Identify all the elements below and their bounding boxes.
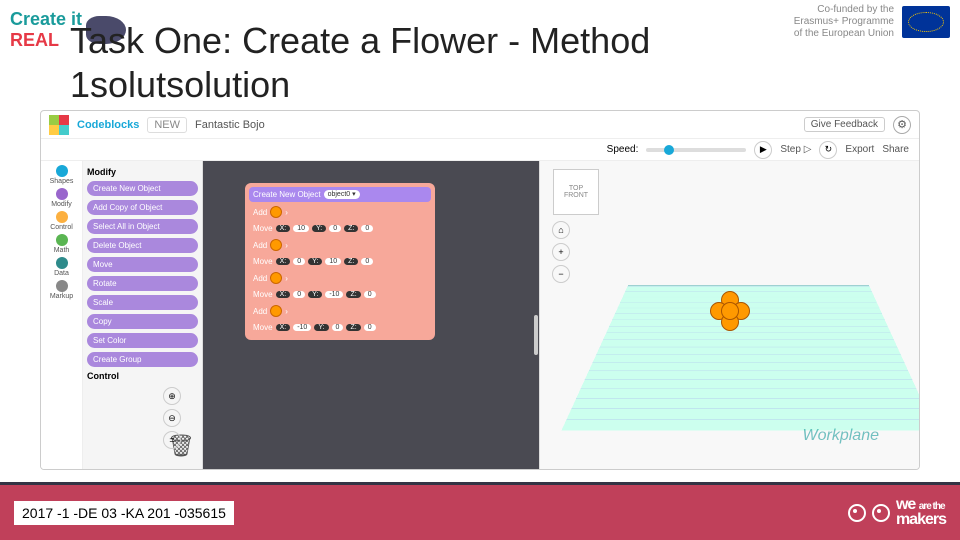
category-math[interactable]: Math bbox=[45, 234, 79, 254]
code-canvas[interactable]: Create New Object object0 ▾ Add› MoveX:10… bbox=[203, 161, 539, 469]
split-handle-icon[interactable] bbox=[534, 315, 538, 355]
sphere-icon[interactable] bbox=[270, 305, 282, 317]
zoom-out-icon[interactable]: ⊖ bbox=[163, 409, 181, 427]
reset-button[interactable]: ↻ bbox=[819, 141, 837, 159]
block-create-new-object[interactable]: Create New Object bbox=[87, 181, 198, 196]
category-modify[interactable]: Modify bbox=[45, 188, 79, 208]
category-control[interactable]: Control bbox=[45, 211, 79, 231]
head-op: Create New Object bbox=[253, 190, 321, 199]
block-delete-object[interactable]: Delete Object bbox=[87, 238, 198, 253]
eu-flag-icon bbox=[902, 6, 950, 38]
code-head[interactable]: Create New Object object0 ▾ bbox=[249, 187, 431, 202]
code-row[interactable]: Add› bbox=[249, 270, 431, 286]
block-add-copy-of-object[interactable]: Add Copy of Object bbox=[87, 200, 198, 215]
app-toolbar: Speed: ▶ Step ▷ ↻ Export Share bbox=[41, 139, 919, 161]
project-id: 2017 -1 -DE 03 -KA 201 -035615 bbox=[14, 501, 234, 525]
eu-text-3: of the European Union bbox=[794, 28, 894, 40]
project-type[interactable]: Codeblocks bbox=[77, 119, 139, 131]
makers-logo: we are the makers bbox=[848, 498, 946, 527]
eu-text-2: Erasmus+ Programme bbox=[794, 16, 894, 28]
sphere-icon[interactable] bbox=[270, 272, 282, 284]
code-row[interactable]: MoveX:0Y:-10Z:0 bbox=[249, 288, 431, 301]
tinkercad-app: Codeblocks NEW Fantastic Bojo Give Feedb… bbox=[40, 110, 920, 470]
category-data[interactable]: Data bbox=[45, 257, 79, 277]
viewcube[interactable]: TOP FRONT bbox=[553, 169, 599, 215]
petal-icon bbox=[721, 302, 739, 320]
sphere-icon[interactable] bbox=[270, 206, 282, 218]
block-move[interactable]: Move bbox=[87, 257, 198, 272]
plus-icon[interactable]: + bbox=[552, 243, 570, 261]
tinkercad-logo-icon[interactable] bbox=[49, 115, 69, 135]
new-badge[interactable]: NEW bbox=[147, 117, 187, 133]
block-rotate[interactable]: Rotate bbox=[87, 276, 198, 291]
category-shapes[interactable]: Shapes bbox=[45, 165, 79, 185]
home-view-icon[interactable]: ⌂ bbox=[552, 221, 570, 239]
blocks-panel: Modify Create New Object Add Copy of Obje… bbox=[83, 161, 203, 469]
viewcube-front[interactable]: FRONT bbox=[564, 192, 588, 199]
flower-object[interactable] bbox=[710, 291, 750, 331]
sphere-icon[interactable] bbox=[270, 239, 282, 251]
panel-footer: Control bbox=[87, 371, 198, 381]
code-row[interactable]: Add› bbox=[249, 204, 431, 220]
makers-icon bbox=[848, 504, 866, 522]
gear-icon[interactable]: ⚙ bbox=[893, 116, 911, 134]
block-select-all-in-object[interactable]: Select All in Object bbox=[87, 219, 198, 234]
step-button[interactable]: Step ▷ bbox=[780, 144, 811, 155]
block-scale[interactable]: Scale bbox=[87, 295, 198, 310]
eu-funding: Co-funded by the Erasmus+ Programme of t… bbox=[794, 4, 950, 40]
logo-line2: REAL bbox=[10, 30, 78, 51]
code-stack[interactable]: Create New Object object0 ▾ Add› MoveX:10… bbox=[245, 183, 435, 340]
zoom-fit-icon[interactable]: = bbox=[163, 431, 181, 449]
category-markup[interactable]: Markup bbox=[45, 280, 79, 300]
workplane-label: Workplane bbox=[803, 427, 879, 445]
speed-slider[interactable] bbox=[646, 148, 746, 152]
viewcube-top[interactable]: TOP bbox=[569, 185, 583, 192]
slide-title-line2: 1solutsolution bbox=[70, 64, 290, 106]
slide-footer: 2017 -1 -DE 03 -KA 201 -035615 we are th… bbox=[0, 482, 960, 540]
code-row[interactable]: MoveX:0Y:10Z:0 bbox=[249, 255, 431, 268]
head-obj[interactable]: object0 ▾ bbox=[324, 190, 360, 199]
viewport-3d[interactable]: TOP FRONT ⌂ + − Workplane bbox=[539, 161, 919, 469]
feedback-button[interactable]: Give Feedback bbox=[804, 117, 885, 132]
minus-icon[interactable]: − bbox=[552, 265, 570, 283]
project-name[interactable]: Fantastic Bojo bbox=[195, 119, 265, 131]
block-set-color[interactable]: Set Color bbox=[87, 333, 198, 348]
code-row[interactable]: MoveX:10Y:0Z:0 bbox=[249, 222, 431, 235]
mk3: makers bbox=[896, 511, 946, 528]
makers-icon bbox=[872, 504, 890, 522]
panel-header: Modify bbox=[87, 167, 198, 177]
category-column: Shapes Modify Control Math Data Markup bbox=[41, 161, 83, 469]
block-create-group[interactable]: Create Group bbox=[87, 352, 198, 367]
zoom-in-icon[interactable]: ⊕ bbox=[163, 387, 181, 405]
code-row[interactable]: MoveX:-10Y:0Z:0 bbox=[249, 321, 431, 334]
app-titlebar: Codeblocks NEW Fantastic Bojo Give Feedb… bbox=[41, 111, 919, 139]
app-body: Shapes Modify Control Math Data Markup Modify… bbox=[41, 161, 919, 469]
block-copy[interactable]: Copy bbox=[87, 314, 198, 329]
slide-title-line1: Task One: Create a Flower - Method bbox=[70, 20, 650, 62]
share-button[interactable]: Share bbox=[882, 144, 909, 155]
code-row[interactable]: Add› bbox=[249, 237, 431, 253]
eu-text-1: Co-funded by the bbox=[794, 4, 894, 16]
play-button[interactable]: ▶ bbox=[754, 141, 772, 159]
export-button[interactable]: Export bbox=[845, 144, 874, 155]
view-controls: ⌂ + − bbox=[552, 221, 570, 283]
speed-label: Speed: bbox=[607, 144, 639, 155]
code-row[interactable]: Add› bbox=[249, 303, 431, 319]
